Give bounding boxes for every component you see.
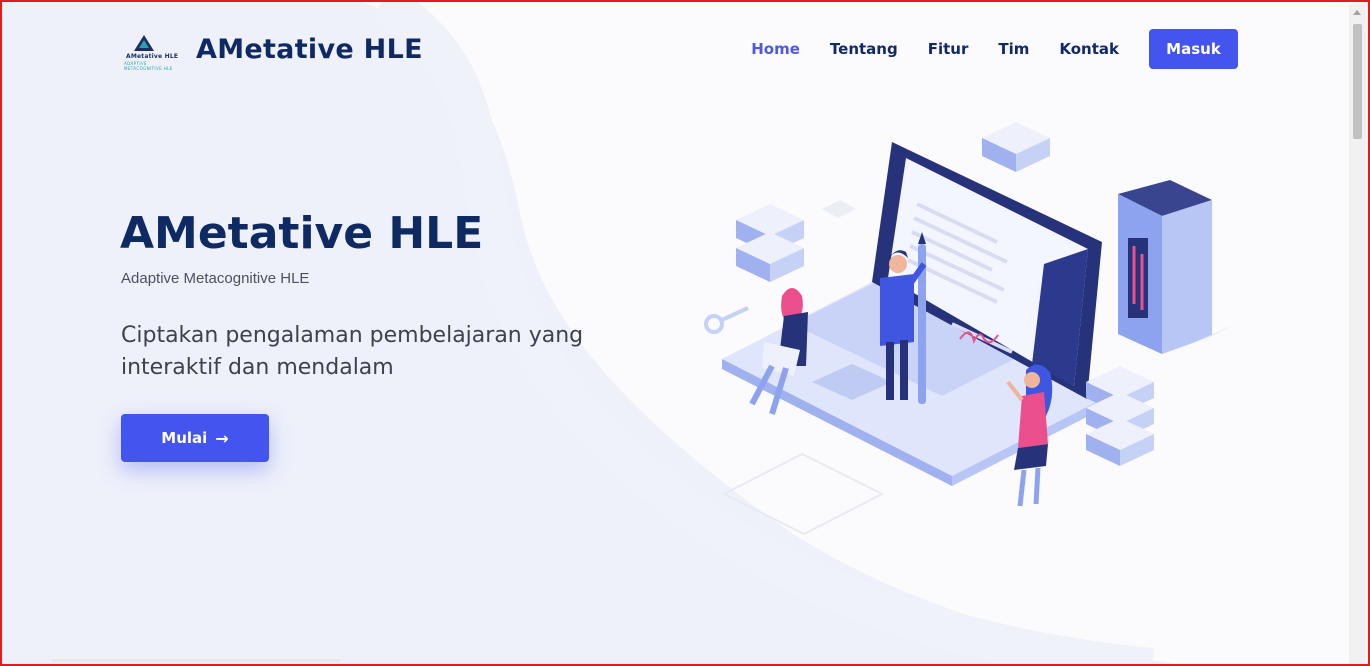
nav-item-tim[interactable]: Tim — [998, 40, 1029, 58]
scroll-up-icon[interactable] — [1353, 10, 1361, 15]
hero-description: Ciptakan pengalaman pembelajaran yang in… — [121, 323, 584, 380]
server-tower — [1118, 180, 1236, 354]
browser-viewport: AMetative HLE ADAPTIVE METACOGNITIVE HLE… — [0, 0, 1370, 666]
server-top — [982, 122, 1050, 172]
hero-illustration — [704, 122, 1236, 536]
nav-item-fitur[interactable]: Fitur — [928, 40, 969, 58]
arrow-right-icon: → — [215, 428, 229, 448]
logo-mark-text: AMetative HLE — [126, 53, 179, 60]
main-nav: Home Tentang Fitur Tim Kontak Masuk — [721, 28, 1238, 70]
nav-item-kontak[interactable]: Kontak — [1059, 40, 1119, 58]
server-right — [1086, 366, 1154, 466]
page-scrollbar[interactable] — [1349, 4, 1366, 664]
brand-logo[interactable]: AMetative HLE ADAPTIVE METACOGNITIVE HLE… — [120, 28, 423, 72]
logo-mark-icon: AMetative HLE ADAPTIVE METACOGNITIVE HLE — [120, 31, 186, 71]
key-icon — [704, 306, 749, 334]
site-header: AMetative HLE ADAPTIVE METACOGNITIVE HLE… — [120, 28, 1238, 72]
logo-mark-subtext: ADAPTIVE METACOGNITIVE HLE — [124, 61, 173, 71]
brand-name: AMetative HLE — [196, 33, 423, 65]
nav-item-tentang[interactable]: Tentang — [830, 40, 898, 58]
bottom-strip — [52, 659, 340, 662]
login-button[interactable]: Masuk — [1149, 29, 1238, 69]
start-button-label: Mulai — [161, 429, 208, 447]
scrollbar-thumb[interactable] — [1353, 24, 1362, 139]
start-button[interactable]: Mulai → — [121, 414, 269, 462]
hero-subtitle: Adaptive Metacognitive HLE — [121, 270, 310, 287]
server-left — [736, 204, 804, 282]
hero-title: AMetative HLE — [120, 208, 484, 259]
nav-item-home[interactable]: Home — [751, 40, 800, 58]
